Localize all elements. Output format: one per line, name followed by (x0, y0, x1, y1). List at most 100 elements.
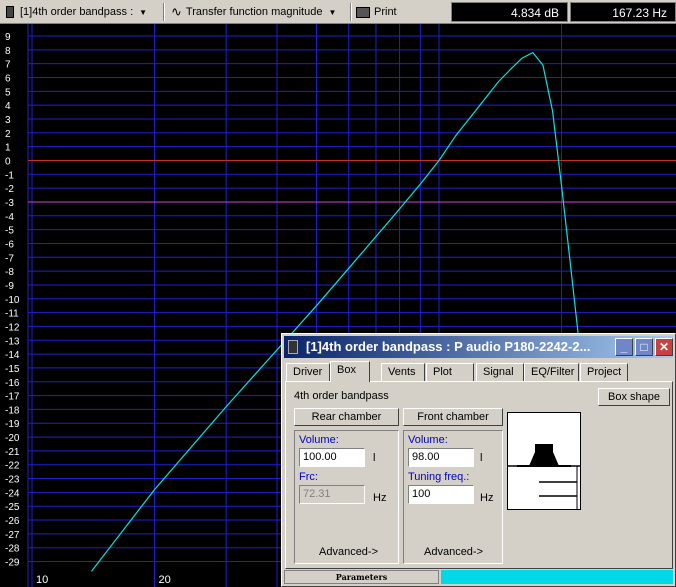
y-tick-label: -18 (5, 405, 20, 416)
y-tick-label: -2 (5, 184, 14, 195)
rear-frc-unit: Hz (373, 492, 387, 504)
close-button[interactable]: ✕ (655, 338, 673, 356)
y-tick-label: 6 (5, 73, 11, 84)
y-tick-label: 7 (5, 60, 11, 71)
dialog-statusbar: Parameters (284, 570, 673, 584)
maximize-button[interactable]: □ (635, 338, 653, 356)
tab-driver[interactable]: Driver (286, 363, 330, 381)
y-tick-label: 2 (5, 129, 11, 140)
y-tick-label: -20 (5, 433, 20, 444)
print-label: Print (374, 6, 397, 18)
box-type-label: 4th order bandpass (294, 390, 389, 402)
status-progress (441, 570, 673, 584)
project-label: [1]4th order bandpass : (20, 6, 134, 18)
reference-lines (28, 159, 676, 203)
parameters-tab[interactable]: Parameters (284, 570, 439, 584)
y-tick-label: -6 (5, 239, 14, 250)
minimize-button[interactable]: _ (615, 338, 633, 356)
y-tick-label: -4 (5, 212, 14, 223)
toolbar: [1]4th order bandpass : ▼ ∿ Transfer fun… (0, 0, 676, 24)
front-volume-input[interactable]: 98.00 (408, 448, 474, 467)
front-chamber-group: Volume: 98.00 l Tuning freq.: 100 Hz Adv… (403, 430, 503, 564)
x-axis-ticks: 10 20 (36, 574, 171, 586)
tab-vents[interactable]: Vents (381, 363, 425, 381)
tab-box[interactable]: Box (330, 361, 370, 382)
x-tick-label: 10 (36, 574, 48, 586)
y-axis-ticks: 9 8 7 6 5 4 3 2 1 0 -1 -2 -3 -4 -5 -6 -7 -8 -9 -10 -11 -12 -13… (5, 32, 20, 569)
hz-readout: 167.23 Hz (570, 2, 676, 22)
box-shape-button[interactable]: Box shape (598, 388, 670, 406)
rear-chamber-button[interactable]: Rear chamber (294, 408, 399, 426)
db-readout: 4.834 dB (451, 2, 568, 22)
rear-frc-label: Frc: (299, 471, 318, 483)
dialog-title: [1]4th order bandpass : P audio P180-224… (306, 339, 591, 354)
box-panel: 4th order bandpass Box shape Rear chambe… (285, 381, 673, 569)
y-tick-label: -12 (5, 322, 20, 333)
tab-project[interactable]: Project (580, 363, 628, 381)
y-tick-label: 9 (5, 32, 11, 43)
y-tick-label: 4 (5, 101, 11, 112)
rear-volume-input[interactable]: 100.00 (299, 448, 365, 467)
y-tick-label: -3 (5, 198, 14, 209)
toolbar-divider (350, 3, 352, 21)
box-diagram (507, 412, 581, 510)
tab-plot[interactable]: Plot (426, 363, 474, 381)
y-tick-label: -14 (5, 350, 20, 361)
plot-type-label: Transfer function magnitude (185, 6, 323, 18)
y-tick-label: 1 (5, 143, 11, 154)
window-icon (288, 340, 298, 354)
y-tick-label: -10 (5, 295, 20, 306)
front-volume-label: Volume: (408, 434, 448, 446)
y-tick-label: -24 (5, 488, 20, 499)
y-tick-label: 0 (5, 156, 11, 167)
front-advanced-button[interactable]: Advanced-> (424, 546, 483, 558)
tab-signal[interactable]: Signal (476, 363, 524, 381)
y-tick-label: -17 (5, 392, 20, 403)
y-tick-label: -16 (5, 378, 20, 389)
y-tick-label: -7 (5, 253, 14, 264)
y-tick-label: -13 (5, 336, 20, 347)
y-tick-label: -1 (5, 170, 14, 181)
y-tick-label: -26 (5, 516, 20, 527)
rear-advanced-button[interactable]: Advanced-> (319, 546, 378, 558)
front-chamber-button[interactable]: Front chamber (403, 408, 503, 426)
y-tick-label: 8 (5, 46, 11, 57)
waveform-icon: ∿ (171, 4, 182, 19)
y-tick-label: -21 (5, 447, 20, 458)
front-tuning-input[interactable]: 100 (408, 485, 474, 504)
x-tick-label: 20 (159, 574, 171, 586)
box-dialog: [1]4th order bandpass : P audio P180-224… (281, 333, 676, 587)
rear-volume-label: Volume: (299, 434, 339, 446)
toolbar-divider (163, 3, 165, 21)
dialog-tabs: Driver Box Vents Plot Signal EQ/Filter P… (284, 361, 673, 382)
rear-chamber-group: Volume: 100.00 l Frc: 72.31 Hz Advanced-… (294, 430, 399, 564)
printer-icon (356, 6, 370, 18)
front-tuning-unit: Hz (480, 492, 494, 504)
y-tick-label: -28 (5, 544, 20, 555)
y-tick-label: -9 (5, 281, 14, 292)
y-tick-label: -19 (5, 419, 20, 430)
y-tick-label: 3 (5, 115, 11, 126)
tab-eq-filter[interactable]: EQ/Filter (524, 363, 579, 381)
rear-frc-input: 72.31 (299, 485, 365, 504)
y-tick-label: -22 (5, 461, 20, 472)
print-button[interactable]: Print (356, 2, 397, 22)
y-tick-label: -23 (5, 475, 20, 486)
rear-volume-unit: l (373, 452, 376, 464)
front-volume-unit: l (480, 452, 483, 464)
front-tuning-label: Tuning freq.: (408, 471, 470, 483)
plot-type-selector[interactable]: ∿ Transfer function magnitude ▼ (171, 2, 336, 22)
y-tick-label: -5 (5, 226, 14, 237)
y-tick-label: -27 (5, 530, 20, 541)
y-tick-label: -11 (5, 309, 19, 320)
y-tick-label: -25 (5, 502, 20, 513)
chevron-down-icon: ▼ (328, 7, 337, 17)
document-icon (6, 6, 14, 18)
project-selector[interactable]: [1]4th order bandpass : ▼ (6, 2, 147, 22)
chevron-down-icon: ▼ (139, 7, 148, 17)
y-tick-label: -29 (5, 558, 20, 569)
y-tick-label: -8 (5, 267, 14, 278)
y-tick-label: 5 (5, 87, 11, 98)
dialog-titlebar[interactable]: [1]4th order bandpass : P audio P180-224… (284, 336, 673, 358)
y-tick-label: -15 (5, 364, 20, 375)
